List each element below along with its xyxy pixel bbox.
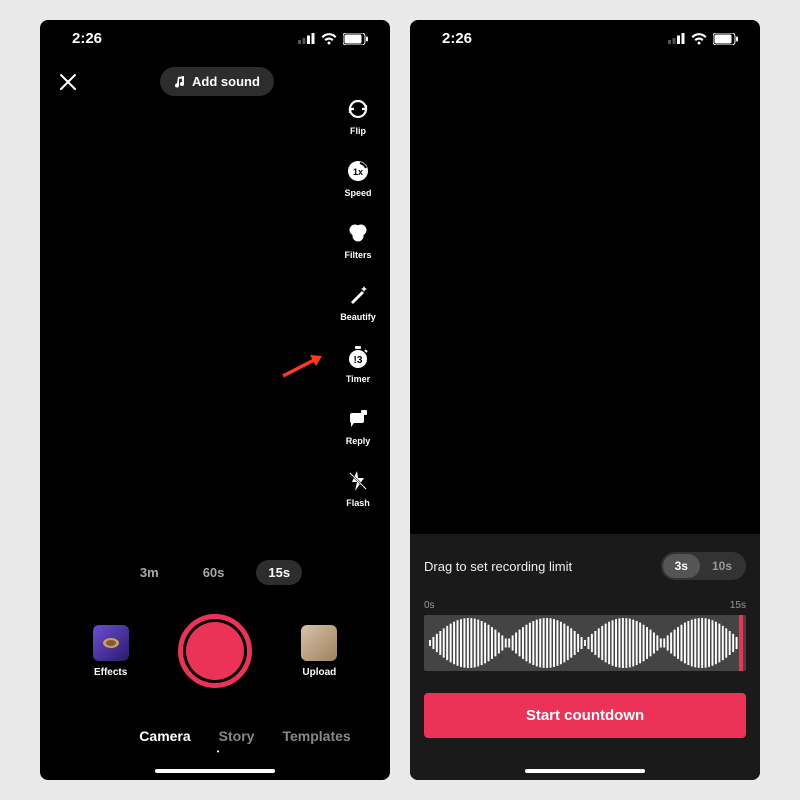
duration-3m[interactable]: 3m bbox=[128, 560, 171, 585]
reply-icon bbox=[345, 406, 371, 432]
home-indicator[interactable] bbox=[525, 769, 645, 773]
mode-indicator-dot: • bbox=[40, 747, 390, 756]
record-inner-icon bbox=[186, 622, 244, 680]
home-indicator[interactable] bbox=[155, 769, 275, 773]
filters-tool[interactable]: Filters bbox=[336, 220, 380, 260]
filters-icon bbox=[345, 220, 371, 246]
filters-label: Filters bbox=[344, 250, 371, 260]
status-indicators bbox=[668, 33, 738, 45]
upload-label: Upload bbox=[302, 667, 336, 678]
duration-60s[interactable]: 60s bbox=[191, 560, 237, 585]
timer-bottom-sheet: Drag to set recording limit 3s 10s 0s 15… bbox=[410, 534, 760, 780]
beautify-label: Beautify bbox=[340, 312, 376, 322]
svg-text:1x: 1x bbox=[353, 167, 363, 177]
speed-icon: 1x bbox=[345, 158, 371, 184]
wifi-icon bbox=[321, 33, 337, 45]
music-note-icon bbox=[174, 76, 186, 88]
timer-icon: !3 bbox=[345, 344, 371, 370]
waveform-track[interactable] bbox=[424, 615, 746, 671]
flash-off-icon bbox=[345, 468, 371, 494]
start-countdown-button[interactable]: Start countdown bbox=[424, 693, 746, 738]
close-icon[interactable] bbox=[58, 72, 78, 92]
wifi-icon bbox=[691, 33, 707, 45]
duration-selector: 3m 60s 15s bbox=[40, 560, 390, 585]
flip-label: Flip bbox=[350, 126, 366, 136]
recording-limit-handle[interactable] bbox=[739, 615, 743, 671]
flip-icon bbox=[345, 96, 371, 122]
status-bar: 2:26 bbox=[40, 20, 390, 51]
reply-tool[interactable]: Reply bbox=[336, 406, 380, 446]
upload-button[interactable]: Upload bbox=[301, 625, 337, 678]
battery-icon bbox=[713, 33, 738, 45]
countdown-3s[interactable]: 3s bbox=[663, 554, 700, 578]
record-screen: 2:26 Add sound Flip 1x Speed Filters bbox=[40, 20, 390, 780]
beautify-icon bbox=[345, 282, 371, 308]
add-sound-button[interactable]: Add sound bbox=[160, 67, 274, 96]
status-time: 2:26 bbox=[72, 30, 102, 47]
speed-tool[interactable]: 1x Speed bbox=[336, 158, 380, 198]
mode-camera[interactable]: Camera bbox=[139, 728, 190, 744]
mode-story[interactable]: Story bbox=[219, 728, 255, 744]
flash-label: Flash bbox=[346, 498, 370, 508]
callout-arrow-icon bbox=[278, 350, 328, 380]
effects-label: Effects bbox=[94, 667, 127, 678]
flash-tool[interactable]: Flash bbox=[336, 468, 380, 508]
status-indicators bbox=[298, 33, 368, 45]
battery-icon bbox=[343, 33, 368, 45]
status-bar: 2:26 bbox=[410, 20, 760, 51]
time-start-label: 0s bbox=[424, 600, 435, 611]
effects-button[interactable]: Effects bbox=[93, 625, 129, 678]
mode-templates[interactable]: Templates bbox=[282, 728, 350, 744]
waveform-icon bbox=[428, 615, 742, 671]
signal-icon bbox=[298, 33, 315, 44]
signal-icon bbox=[668, 33, 685, 44]
right-toolbar: Flip 1x Speed Filters Beautify !3 Timer … bbox=[336, 96, 380, 508]
timer-tool[interactable]: !3 Timer bbox=[336, 344, 380, 384]
speed-label: Speed bbox=[344, 188, 371, 198]
time-end-label: 15s bbox=[730, 600, 746, 611]
flip-tool[interactable]: Flip bbox=[336, 96, 380, 136]
svg-text:!3: !3 bbox=[354, 355, 363, 366]
status-time: 2:26 bbox=[442, 30, 472, 47]
upload-thumbnail-icon bbox=[301, 625, 337, 661]
add-sound-label: Add sound bbox=[192, 74, 260, 89]
countdown-10s[interactable]: 10s bbox=[700, 554, 744, 578]
effects-icon bbox=[93, 625, 129, 661]
drag-instruction: Drag to set recording limit bbox=[424, 559, 572, 574]
record-button[interactable] bbox=[178, 614, 252, 688]
reply-label: Reply bbox=[346, 436, 371, 446]
countdown-segmented: 3s 10s bbox=[661, 552, 746, 580]
mode-selector: Camera Story Templates bbox=[40, 728, 390, 744]
duration-15s[interactable]: 15s bbox=[256, 560, 302, 585]
beautify-tool[interactable]: Beautify bbox=[336, 282, 380, 322]
timer-label: Timer bbox=[346, 374, 370, 384]
timer-sheet-screen: 2:26 Drag to set recording limit 3s 10s … bbox=[410, 20, 760, 780]
